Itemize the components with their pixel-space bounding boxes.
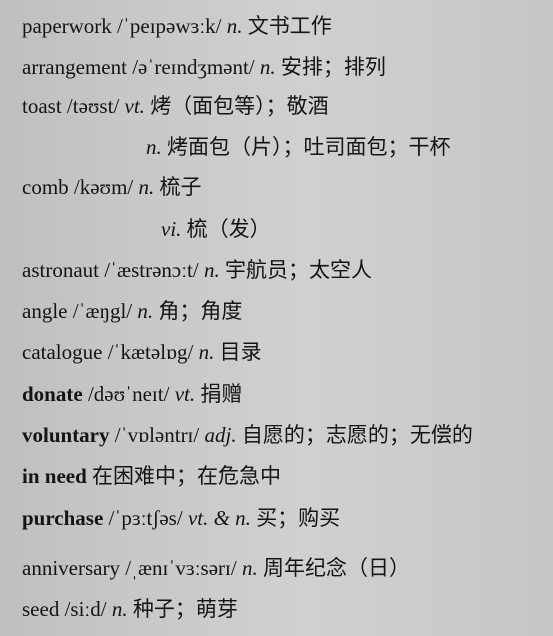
entry-toast: toast /təʊst/ vt. 烤（面包等）；敬酒 (22, 92, 329, 120)
entry-word: in need (22, 464, 87, 488)
entry-phonetic: /əˈreɪndʒmənt/ (132, 55, 255, 79)
entry-meaning: 买；购买 (256, 506, 341, 530)
entry-pos: vi. (161, 217, 182, 241)
entry-pos: vt. & n. (187, 506, 251, 530)
entry-pos: vt. (124, 94, 145, 118)
entry-word: toast (22, 94, 62, 118)
entry-arrangement: arrangement /əˈreɪndʒmənt/ n. 安排；排列 (22, 53, 386, 81)
entry-pos: vt. (174, 382, 196, 406)
entry-comb: comb /kəʊm/ n. 梳子 (22, 173, 202, 201)
entry-word: donate (22, 382, 83, 406)
entry-phonetic: /ˈpɜːtʃəs/ (108, 506, 183, 530)
entry-pos: n. (241, 556, 258, 580)
entry-word: anniversary (22, 556, 120, 580)
entry-word: seed (22, 597, 60, 621)
entry-phonetic: /ˈæŋgl/ (72, 299, 133, 323)
entry-pos: n. (146, 135, 162, 159)
entry-word: arrangement (22, 55, 127, 79)
entry-phonetic: /ˌænɪˈvɜːsərɪ/ (125, 556, 237, 580)
entry-phonetic: /təʊst/ (66, 94, 120, 118)
entry-meaning: 捐赠 (200, 382, 243, 406)
entry-angle: angle /ˈæŋgl/ n. 角；角度 (22, 297, 242, 325)
entry-meaning: 在困难中；在危急中 (92, 464, 282, 488)
entry-word: catalogue (22, 340, 103, 364)
entry-astronaut: astronaut /ˈæstrənɔːt/ n. 宇航员；太空人 (22, 256, 372, 284)
entry-phonetic: /ˈkætəlɒg/ (107, 340, 194, 364)
entry-phonetic: /ˈpeɪpəwɜːk/ (117, 14, 222, 38)
entry-seed: seed /siːd/ n. 种子；萌芽 (22, 595, 238, 623)
entry-phonetic: /ˈvɒləntrɪ/ (114, 423, 200, 447)
entry-catalogue: catalogue /ˈkætəlɒg/ n. 目录 (22, 338, 262, 366)
entry-meaning: 目录 (219, 340, 262, 364)
entry-in-need: in need 在困难中；在危急中 (22, 462, 281, 490)
entry-meaning: 自愿的；志愿的；无偿的 (241, 423, 473, 447)
entry-meaning: 宇航员；太空人 (224, 258, 372, 282)
entry-pos: n. (259, 55, 276, 79)
entry-toast-noun: n. 烤面包（片）；吐司面包；干杯 (146, 133, 451, 161)
vocabulary-page: paperwork /ˈpeɪpəwɜːk/ n. 文书工作 arrangeme… (0, 0, 553, 636)
entry-meaning: 梳子 (159, 175, 202, 199)
entry-pos: n. (111, 597, 128, 621)
entry-meaning: 安排；排列 (280, 55, 386, 79)
entry-phonetic: /dəʊˈneɪt/ (87, 382, 170, 406)
entry-anniversary: anniversary /ˌænɪˈvɜːsərɪ/ n. 周年纪念（日） (22, 554, 410, 582)
entry-pos: n. (138, 175, 155, 199)
entry-word: comb (22, 175, 69, 199)
entry-word: paperwork (22, 14, 112, 38)
entry-phonetic: /ˈæstrənɔːt/ (104, 258, 199, 282)
entry-meaning: 角；角度 (158, 299, 243, 323)
entry-meaning: 种子；萌芽 (132, 597, 238, 621)
entry-meaning: 文书工作 (247, 14, 332, 38)
entry-word: angle (22, 299, 68, 323)
entry-pos: n. (137, 299, 154, 323)
entry-pos: adj. (204, 423, 237, 447)
entry-pos: n. (198, 340, 215, 364)
entry-word: voluntary (22, 423, 110, 447)
entry-voluntary: voluntary /ˈvɒləntrɪ/ adj. 自愿的；志愿的；无偿的 (22, 421, 473, 449)
entry-pos: n. (226, 14, 243, 38)
entry-meaning: 周年纪念（日） (262, 556, 410, 580)
entry-word: purchase (22, 506, 104, 530)
entry-meaning: 烤面包（片）；吐司面包；干杯 (167, 135, 451, 159)
entry-meaning: 梳（发） (186, 217, 271, 241)
entry-purchase: purchase /ˈpɜːtʃəs/ vt. & n. 买；购买 (22, 504, 340, 532)
entry-word: astronaut (22, 258, 99, 282)
entry-pos: n. (203, 258, 220, 282)
entry-meaning: 烤（面包等）；敬酒 (150, 94, 329, 118)
entry-phonetic: /kəʊm/ (73, 175, 134, 199)
entry-paperwork: paperwork /ˈpeɪpəwɜːk/ n. 文书工作 (22, 12, 332, 40)
entry-comb-verb: vi. 梳（发） (161, 215, 271, 243)
entry-donate: donate /dəʊˈneɪt/ vt. 捐赠 (22, 380, 242, 408)
entry-phonetic: /siːd/ (64, 597, 107, 621)
